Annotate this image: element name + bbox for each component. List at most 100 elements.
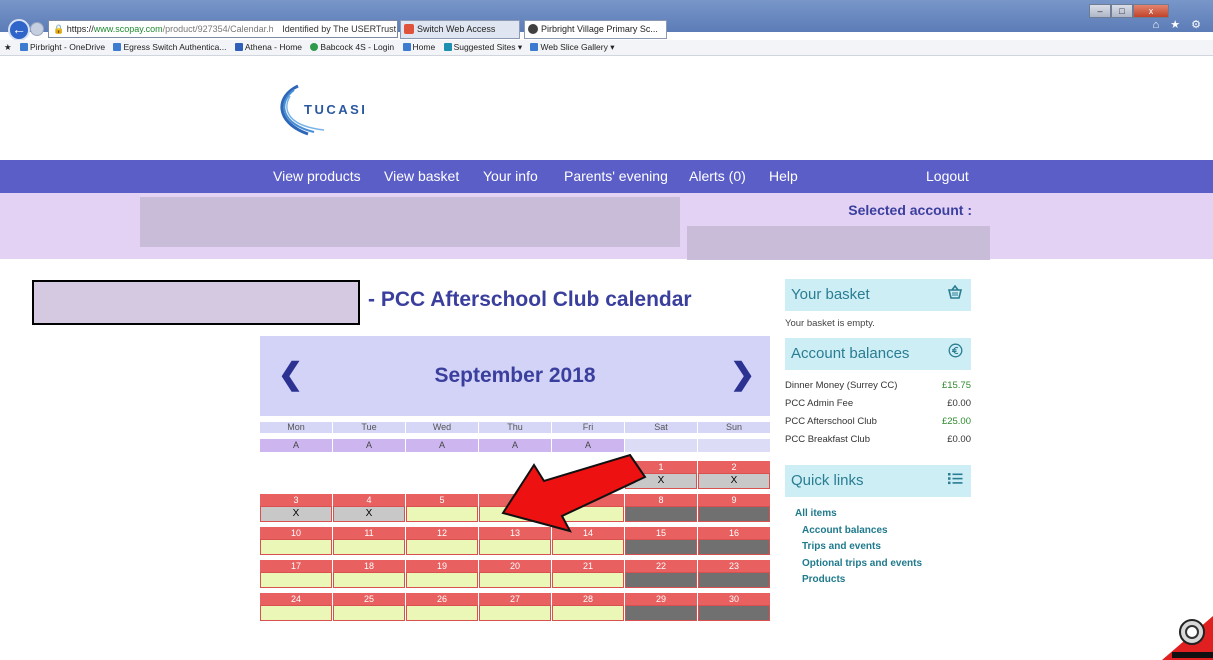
comodo-secure-badge-icon[interactable]	[1162, 608, 1213, 660]
fav-link[interactable]: Pirbright - OneDrive	[20, 40, 105, 55]
switch-tab-icon	[404, 24, 414, 34]
close-window-button[interactable]: x	[1133, 4, 1169, 18]
lock-icon: 🔒	[53, 24, 67, 34]
page-icon	[20, 43, 28, 51]
availability-cell	[698, 439, 770, 452]
quick-links-panel-header[interactable]: Quick links	[785, 465, 971, 497]
redacted-child-name	[32, 280, 360, 325]
calendar-day-number: 3	[260, 494, 332, 506]
minimize-button[interactable]: –	[1089, 4, 1111, 18]
fav-link[interactable]: Babcock 4S - Login	[310, 40, 394, 55]
favorites-star-icon[interactable]: ★	[4, 40, 12, 55]
calendar-day-slot[interactable]: X	[333, 506, 405, 522]
calendar-day-number: 18	[333, 560, 405, 572]
fav-link[interactable]: Egress Switch Authentica...	[113, 40, 226, 55]
athena-icon	[234, 43, 243, 51]
calendar-day-slot[interactable]	[406, 572, 478, 588]
url-path: /product/927354/Calendar.h	[162, 24, 274, 34]
selected-account-label: Selected account :	[848, 202, 972, 218]
calendar-day-number: 24	[260, 593, 332, 605]
weekday-header: Sun	[698, 422, 770, 433]
basket-empty-text: Your basket is empty.	[785, 318, 875, 329]
quick-links-title: Quick links	[791, 472, 864, 489]
address-bar[interactable]: 🔒 https://www.scopay.com/product/927354/…	[48, 20, 398, 38]
calendar-day-slot[interactable]	[333, 539, 405, 555]
balance-row: Dinner Money (Surrey CC) £15.75	[785, 380, 971, 391]
forward-button[interactable]	[30, 22, 44, 36]
calendar-month: September 2018	[434, 364, 596, 387]
tucasi-logo[interactable]: TUCASI	[268, 80, 408, 140]
url-scheme: https://	[66, 24, 94, 34]
nav-help[interactable]: Help	[769, 160, 798, 193]
redacted-selected-account	[687, 226, 990, 260]
quick-link-all-items[interactable]: All items	[795, 508, 837, 519]
maximize-button[interactable]: □	[1111, 4, 1133, 18]
favorites-bar: ★ Pirbright - OneDrive Egress Switch Aut…	[0, 40, 1213, 56]
euro-icon	[948, 338, 963, 370]
calendar-day-slot	[625, 605, 697, 621]
calendar-day-number: 23	[698, 560, 770, 572]
calendar-day-number: 25	[333, 593, 405, 605]
calendar-day-number: 16	[698, 527, 770, 539]
weekday-header: Thu	[479, 422, 551, 433]
page-title: - PCC Afterschool Club calendar	[368, 288, 692, 311]
calendar-day-number: 22	[625, 560, 697, 572]
back-button[interactable]: ←	[8, 19, 30, 41]
calendar-day-slot[interactable]	[406, 539, 478, 555]
red-arrow-annotation	[501, 453, 647, 533]
quick-link-account-balances[interactable]: Account balances	[802, 525, 888, 536]
calendar-day-slot[interactable]	[260, 605, 332, 621]
calendar-day-slot[interactable]	[260, 539, 332, 555]
calendar-day-slot[interactable]	[260, 572, 332, 588]
calendar-day-slot	[698, 506, 770, 522]
fav-link[interactable]: Web Slice Gallery ▾	[530, 40, 615, 55]
tab-label: Pirbright Village Primary Sc...	[541, 24, 658, 34]
calendar-day-number: 27	[479, 593, 551, 605]
nav-alerts[interactable]: Alerts (0)	[689, 160, 746, 193]
calendar-day-number: 20	[479, 560, 551, 572]
tab-pirbright[interactable]: Pirbright Village Primary Sc...	[524, 20, 667, 39]
calendar-day-slot[interactable]	[479, 605, 551, 621]
balance-row: PCC Afterschool Club £25.00	[785, 416, 971, 427]
calendar-day-slot[interactable]	[479, 572, 551, 588]
calendar-day-slot[interactable]	[552, 572, 624, 588]
nav-logout[interactable]: Logout	[926, 160, 969, 193]
calendar-day-number: 2	[698, 461, 770, 473]
home-icon	[402, 43, 411, 51]
nav-parents-evening[interactable]: Parents' evening	[564, 160, 668, 193]
browser-toolbar-icons[interactable]: ⌂ ★ ⚙	[1153, 18, 1205, 31]
fav-link[interactable]: Home	[402, 40, 435, 55]
balance-amount: £15.75	[941, 380, 971, 391]
quick-link-trips-events[interactable]: Trips and events	[802, 541, 881, 552]
fav-link[interactable]: Suggested Sites ▾	[443, 40, 522, 55]
tab-switch-web-access[interactable]: Switch Web Access	[400, 20, 520, 39]
weekday-header: Wed	[406, 422, 478, 433]
basket-panel-header[interactable]: Your basket	[785, 279, 971, 311]
quick-link-optional-trips[interactable]: Optional trips and events	[802, 558, 922, 569]
calendar-day-slot[interactable]	[406, 506, 478, 522]
calendar-day-slot[interactable]	[479, 539, 551, 555]
calendar-day-slot	[625, 539, 697, 555]
nav-view-products[interactable]: View products	[273, 160, 361, 193]
calendar-day-number: 17	[260, 560, 332, 572]
page-icon	[113, 43, 122, 51]
calendar-day-number: 9	[698, 494, 770, 506]
calendar-day-number: 21	[552, 560, 624, 572]
cert-label: Identified by The USERTrust ...	[282, 24, 398, 34]
calendar-day-slot[interactable]: X	[698, 473, 770, 489]
calendar-day-slot[interactable]	[552, 605, 624, 621]
calendar-day-slot[interactable]	[552, 539, 624, 555]
bing-icon	[443, 43, 452, 51]
calendar-day-slot[interactable]	[406, 605, 478, 621]
nav-view-basket[interactable]: View basket	[384, 160, 459, 193]
calendar-day-slot[interactable]	[333, 605, 405, 621]
balances-panel-header[interactable]: Account balances	[785, 338, 971, 370]
availability-cell: A	[260, 439, 332, 452]
calendar-day-slot[interactable]	[333, 572, 405, 588]
next-month-chevron-icon[interactable]: ❯	[730, 360, 755, 390]
nav-your-info[interactable]: Your info	[483, 160, 538, 193]
quick-link-products[interactable]: Products	[802, 574, 845, 585]
weekday-header: Fri	[552, 422, 624, 433]
calendar-day-slot[interactable]: X	[260, 506, 332, 522]
fav-link[interactable]: Athena - Home	[234, 40, 302, 55]
